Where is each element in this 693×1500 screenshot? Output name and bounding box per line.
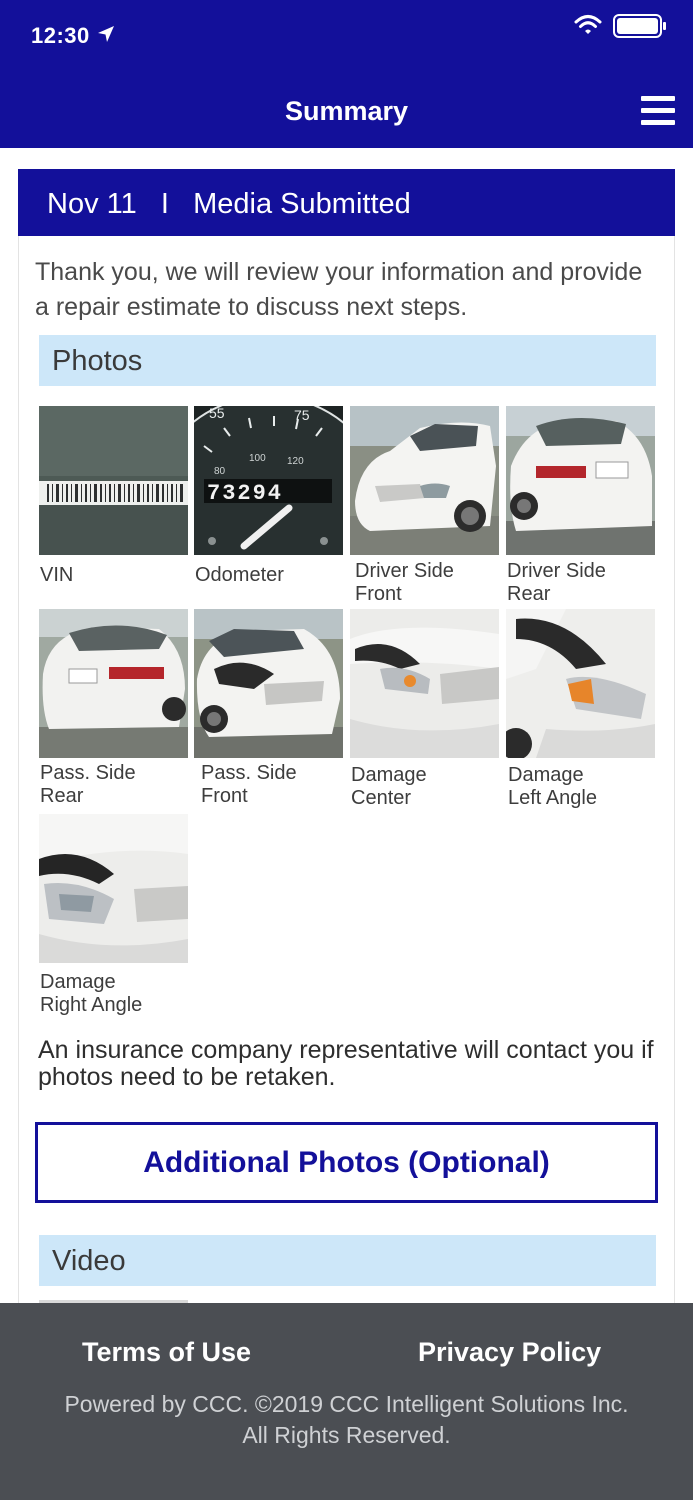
footer: Terms of Use Privacy Policy Powered by C… [0,1303,693,1500]
copyright-line: Powered by CCC. ©2019 CCC Intelligent So… [64,1391,629,1417]
retake-notice: An insurance company representative will… [38,1036,654,1091]
svg-text:100: 100 [249,453,266,464]
location-arrow-icon [98,26,114,42]
wifi-icon [574,15,602,34]
photo-caption: Driver Side Front [355,560,454,605]
svg-text:80: 80 [214,466,226,477]
summary-card: Nov 11 I Media Submitted Thank you, we w… [18,169,675,1330]
photo-thumbnail-pass-side-rear[interactable] [39,609,188,758]
status-bar: 12:30 [0,0,693,75]
video-heading: Video [39,1235,656,1286]
header-divider: I [160,188,169,220]
photo-caption: Damage Center [351,764,427,809]
photo-thumbnail-driver-side-front[interactable] [350,406,499,555]
page-title: Summary [284,96,409,126]
photo-thumbnail-odometer[interactable]: 55 75 100 120 80 73294 [194,406,343,555]
terms-of-use-link[interactable]: Terms of Use [82,1337,251,1368]
photo-caption: Driver Side Rear [507,560,606,605]
battery-icon [613,14,666,38]
photo-caption: Damage Right Angle [40,971,143,1016]
photo-caption: Damage Left Angle [508,764,597,809]
hamburger-menu-icon[interactable] [641,96,675,126]
nav-bar: Summary [0,75,693,148]
photo-thumbnail-driver-side-rear[interactable] [506,406,655,555]
photo-caption: Pass. Side Rear [40,762,136,807]
copyright-text: Powered by CCC. ©2019 CCC Intelligent So… [0,1389,693,1451]
intro-text: Thank you, we will review your informati… [35,258,643,321]
photo-caption: VIN [40,564,74,586]
additional-photos-button[interactable]: Additional Photos (Optional) [35,1122,658,1203]
card-header: Nov 11 I Media Submitted [18,169,675,236]
photo-thumbnail-vin[interactable] [39,406,188,555]
photo-thumbnail-damage-left-angle[interactable] [506,609,655,758]
photo-thumbnail-pass-side-front[interactable] [194,609,343,758]
photos-heading: Photos [39,335,656,386]
odometer-reading: 73294 [207,481,283,506]
svg-text:120: 120 [287,456,304,467]
photo-thumbnail-damage-right-angle[interactable] [39,814,188,963]
photo-caption: Odometer [195,564,284,586]
svg-text:75: 75 [294,407,310,423]
status-time: 12:30 [31,23,90,48]
submission-date: Nov 11 [47,188,137,220]
svg-text:55: 55 [209,406,225,421]
photo-thumbnail-damage-center[interactable] [350,609,499,758]
photo-caption: Pass. Side Front [201,762,297,807]
privacy-policy-link[interactable]: Privacy Policy [418,1337,601,1368]
rights-line: All Rights Reserved. [242,1422,451,1448]
submission-status: Media Submitted [193,188,411,220]
